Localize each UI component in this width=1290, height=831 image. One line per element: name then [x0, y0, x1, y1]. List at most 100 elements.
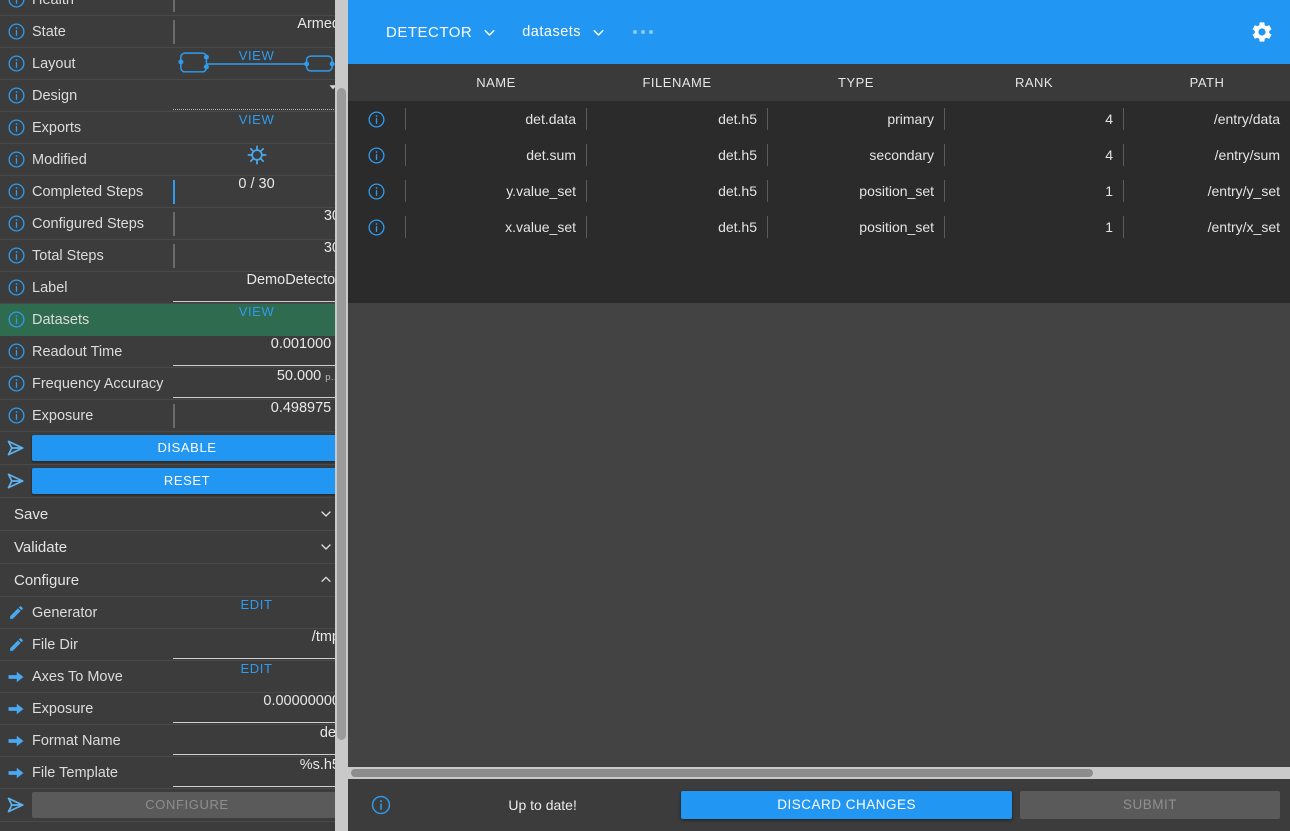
info-icon[interactable]: [0, 374, 32, 393]
gear-icon[interactable]: [1250, 20, 1274, 44]
edit-link[interactable]: EDIT: [173, 661, 348, 693]
sidebar-vertical-scrollbar[interactable]: [335, 0, 348, 831]
property-value-cell[interactable]: 0.001000s: [173, 336, 348, 368]
arrow-icon[interactable]: [0, 732, 32, 750]
property-row-modified[interactable]: Modified: [0, 144, 348, 176]
column-header-rank[interactable]: RANK: [945, 75, 1123, 90]
configure-value-cell[interactable]: 0.00000000: [173, 693, 348, 725]
info-icon[interactable]: [0, 118, 32, 137]
property-value-cell[interactable]: 30: [173, 208, 348, 240]
pencil-icon[interactable]: [0, 636, 32, 653]
section-header-validate[interactable]: Validate: [0, 531, 348, 564]
property-row-design[interactable]: Design: [0, 80, 348, 112]
info-icon[interactable]: [348, 218, 405, 237]
configure-row-generator[interactable]: GeneratorEDIT: [0, 597, 348, 629]
table-row[interactable]: det.sumdet.h5secondary4/entry/sum: [348, 137, 1290, 173]
send-icon[interactable]: [0, 471, 32, 491]
property-row-state[interactable]: StateArmed: [0, 16, 348, 48]
row-tick: [173, 20, 175, 44]
property-row-exposure[interactable]: Exposure0.498975s: [0, 400, 348, 432]
info-icon[interactable]: [0, 0, 32, 9]
cell-path: /entry/data: [1124, 111, 1290, 127]
info-icon[interactable]: [0, 22, 32, 41]
info-icon[interactable]: [0, 150, 32, 169]
info-icon[interactable]: [0, 278, 32, 297]
arrow-icon[interactable]: [0, 700, 32, 718]
property-row-exports[interactable]: ExportsVIEW: [0, 112, 348, 144]
property-value-cell[interactable]: Armed: [173, 16, 348, 48]
edit-link[interactable]: EDIT: [173, 597, 348, 629]
property-row-completed-steps[interactable]: Completed Steps0 / 30: [0, 176, 348, 208]
info-icon[interactable]: [0, 310, 32, 329]
info-icon[interactable]: [0, 406, 32, 425]
pencil-icon[interactable]: [0, 604, 32, 621]
property-row-datasets[interactable]: DatasetsVIEW: [0, 304, 348, 336]
chevron-down-icon[interactable]: [318, 539, 334, 555]
configure-row-format-name[interactable]: Format Namedet: [0, 725, 348, 757]
property-value-cell[interactable]: 0.498975s: [173, 400, 348, 432]
info-icon[interactable]: [348, 110, 405, 129]
property-row-label[interactable]: LabelDemoDetector: [0, 272, 348, 304]
horizontal-scrollbar[interactable]: [348, 767, 1290, 779]
property-value[interactable]: VIEW: [173, 48, 348, 80]
send-icon[interactable]: [0, 795, 32, 815]
info-icon[interactable]: [0, 182, 32, 201]
configure-row-file-template[interactable]: File Template%s.h5: [0, 757, 348, 789]
info-icon[interactable]: [0, 86, 32, 105]
view-link[interactable]: VIEW: [173, 304, 348, 336]
table-row[interactable]: x.value_setdet.h5position_set1/entry/x_s…: [348, 209, 1290, 245]
view-link[interactable]: VIEW: [173, 112, 348, 144]
disable-button[interactable]: DISABLE: [32, 435, 342, 461]
info-icon[interactable]: [0, 246, 32, 265]
info-icon[interactable]: [0, 54, 32, 73]
property-row-layout[interactable]: LayoutVIEW: [0, 48, 348, 80]
breadcrumb-item-detector[interactable]: DETECTOR: [386, 24, 498, 41]
property-value-cell[interactable]: 50.000p…: [173, 368, 348, 400]
info-icon[interactable]: [0, 214, 32, 233]
chevron-down-icon[interactable]: [590, 24, 607, 41]
property-row-health[interactable]: HealthOK: [0, 0, 348, 16]
configure-value-cell[interactable]: det: [173, 725, 348, 757]
column-header-name[interactable]: NAME: [406, 75, 586, 90]
property-value-cell[interactable]: 0 / 30: [173, 176, 348, 208]
design-dropdown[interactable]: [173, 80, 348, 112]
info-icon[interactable]: [348, 146, 405, 165]
configure-row-exposure[interactable]: Exposure0.00000000: [0, 693, 348, 725]
property-row-frequency-accuracy[interactable]: Frequency Accuracy50.000p…: [0, 368, 348, 400]
info-icon[interactable]: [348, 182, 405, 201]
discard-changes-button[interactable]: DISCARD CHANGES: [681, 791, 1012, 819]
property-value-cell[interactable]: DemoDetector: [173, 272, 348, 304]
reset-button[interactable]: RESET: [32, 468, 342, 494]
property-row-configured-steps[interactable]: Configured Steps30: [0, 208, 348, 240]
configure-row-axes-to-move[interactable]: Axes To MoveEDIT: [0, 661, 348, 693]
info-icon[interactable]: [358, 794, 404, 816]
arrow-icon[interactable]: [0, 764, 32, 782]
chevron-up-icon[interactable]: [318, 572, 334, 588]
row-tick: [173, 244, 175, 268]
arrow-icon[interactable]: [0, 668, 32, 686]
send-icon[interactable]: [0, 438, 32, 458]
column-header-path[interactable]: PATH: [1124, 75, 1290, 90]
ellipsis-icon[interactable]: [633, 30, 653, 34]
column-header-filename[interactable]: FILENAME: [587, 75, 767, 90]
section-header-configure[interactable]: Configure: [0, 564, 348, 597]
configure-row-file-dir[interactable]: File Dir/tmp: [0, 629, 348, 661]
section-header-save[interactable]: Save: [0, 498, 348, 531]
column-header-type[interactable]: TYPE: [768, 75, 944, 90]
property-row-total-steps[interactable]: Total Steps30: [0, 240, 348, 272]
modified-gear-icon[interactable]: [173, 144, 348, 176]
info-icon[interactable]: [0, 342, 32, 361]
property-value-cell[interactable]: 30: [173, 240, 348, 272]
table-row[interactable]: det.datadet.h5primary4/entry/data: [348, 101, 1290, 137]
horizontal-scrollbar-thumb[interactable]: [351, 769, 1093, 777]
configure-value-cell[interactable]: /tmp: [173, 629, 348, 661]
configure-value-cell[interactable]: %s.h5: [173, 757, 348, 789]
property-value-cell[interactable]: OK: [173, 0, 348, 16]
breadcrumb-item-datasets[interactable]: datasets: [522, 24, 607, 41]
chevron-down-icon[interactable]: [481, 24, 498, 41]
chevron-down-icon[interactable]: [318, 506, 334, 522]
sidebar-scrollbar-thumb[interactable]: [337, 88, 346, 740]
table-row[interactable]: y.value_setdet.h5position_set1/entry/y_s…: [348, 173, 1290, 209]
property-row-readout-time[interactable]: Readout Time0.001000s: [0, 336, 348, 368]
configure-button: CONFIGURE: [32, 792, 342, 818]
